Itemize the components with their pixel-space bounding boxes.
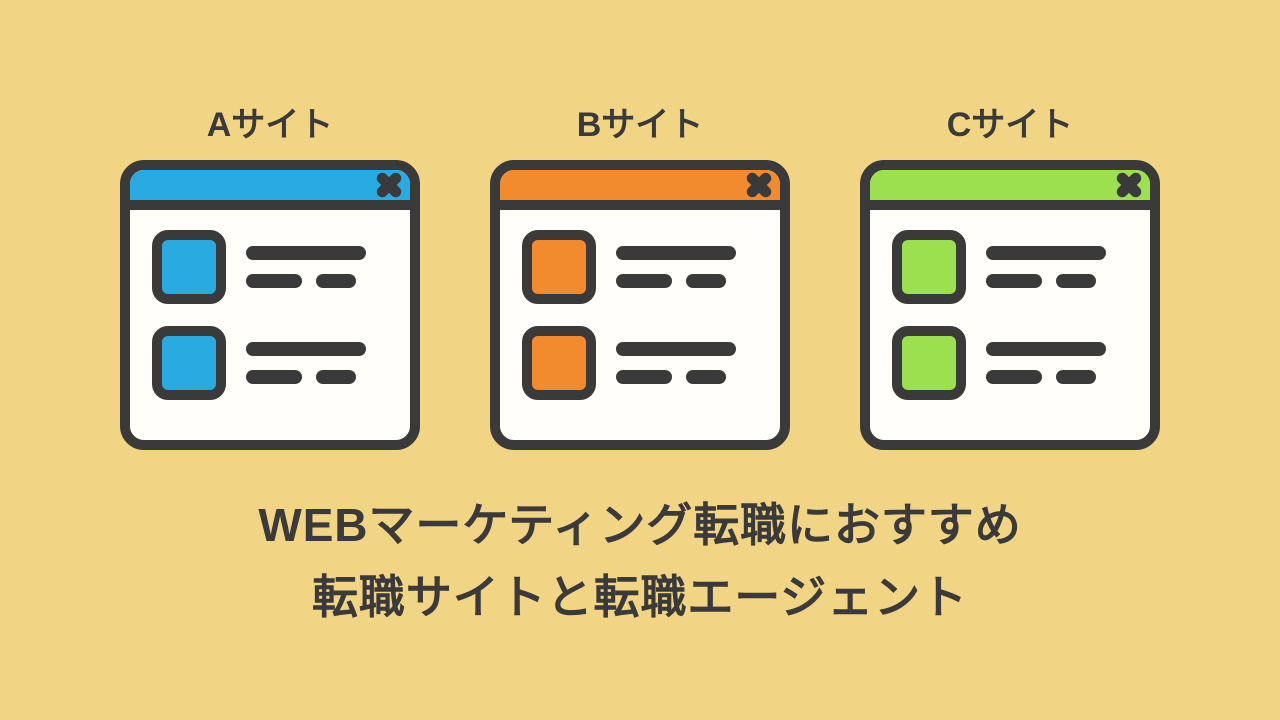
site-label-a: Aサイト: [207, 97, 334, 146]
text-bar: [686, 274, 726, 288]
site-column-c: Cサイト: [860, 97, 1160, 450]
text-lines: [246, 342, 388, 384]
thumbnail-icon: [522, 230, 596, 304]
text-bar: [616, 246, 736, 260]
text-bar: [246, 246, 366, 260]
sites-row: Aサイト: [120, 97, 1160, 450]
window-content: [130, 210, 410, 416]
site-column-b: Bサイト: [490, 97, 790, 450]
thumbnail-icon: [152, 230, 226, 304]
text-bar: [986, 370, 1042, 384]
text-lines: [616, 342, 758, 384]
caption: WEBマーケティング転職におすすめ 転職サイトと転職エージェント: [258, 490, 1021, 633]
text-bar: [246, 342, 366, 356]
text-lines: [616, 246, 758, 288]
text-bar: [986, 342, 1106, 356]
text-lines: [246, 246, 388, 288]
caption-line-1: WEBマーケティング転職におすすめ: [258, 490, 1021, 561]
thumbnail-icon: [152, 326, 226, 400]
text-bar: [1056, 370, 1096, 384]
text-bar: [316, 370, 356, 384]
list-item: [892, 230, 1128, 304]
text-bar: [246, 274, 302, 288]
close-icon: [376, 172, 402, 198]
thumbnail-icon: [892, 326, 966, 400]
text-bar: [246, 370, 302, 384]
text-bar: [1056, 274, 1096, 288]
thumbnail-icon: [892, 230, 966, 304]
site-window-c: [860, 160, 1160, 450]
text-lines: [986, 342, 1128, 384]
text-bar: [616, 370, 672, 384]
caption-line-2: 転職サイトと転職エージェント: [258, 562, 1021, 633]
window-content: [870, 210, 1150, 416]
thumbnail-icon: [522, 326, 596, 400]
window-content: [500, 210, 780, 416]
list-item: [892, 326, 1128, 400]
close-icon: [746, 172, 772, 198]
list-item: [522, 230, 758, 304]
close-icon: [1116, 172, 1142, 198]
site-column-a: Aサイト: [120, 97, 420, 450]
text-bar: [616, 274, 672, 288]
text-lines: [986, 246, 1128, 288]
window-titlebar: [500, 170, 780, 210]
text-bar: [986, 246, 1106, 260]
site-label-b: Bサイト: [577, 97, 704, 146]
list-item: [152, 326, 388, 400]
site-window-a: [120, 160, 420, 450]
site-window-b: [490, 160, 790, 450]
text-bar: [986, 274, 1042, 288]
text-bar: [686, 370, 726, 384]
window-titlebar: [130, 170, 410, 210]
window-titlebar: [870, 170, 1150, 210]
text-bar: [316, 274, 356, 288]
text-bar: [616, 342, 736, 356]
site-label-c: Cサイト: [947, 97, 1074, 146]
list-item: [522, 326, 758, 400]
list-item: [152, 230, 388, 304]
